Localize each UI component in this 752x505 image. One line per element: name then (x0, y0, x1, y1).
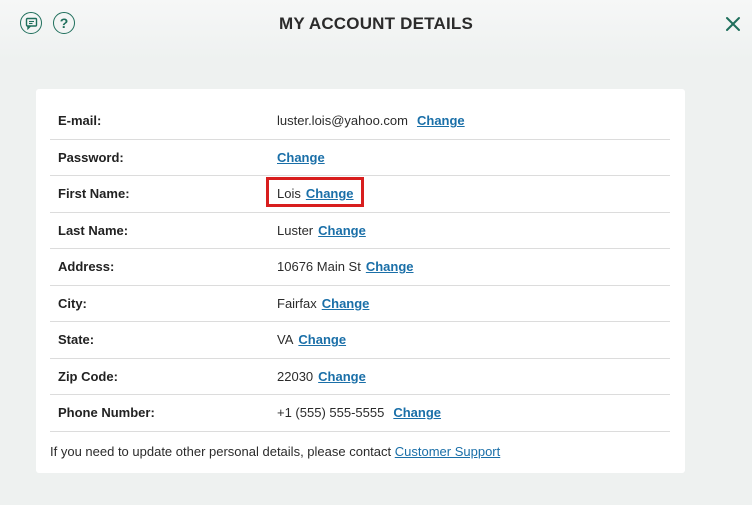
row-label: First Name: (58, 186, 130, 202)
row-label: Last Name: (58, 222, 129, 238)
row-password: Password: Change (50, 140, 670, 176)
row-label: City: (58, 295, 87, 311)
address-value: 10676 Main St (277, 259, 361, 275)
change-address-link[interactable]: Change (366, 259, 414, 274)
page-title: MY ACCOUNT DETAILS (278, 14, 474, 33)
row-state: State: VA Change (50, 322, 670, 359)
change-phone-number-link[interactable]: Change (393, 405, 441, 420)
city-value: Fairfax (277, 295, 317, 311)
row-label: State: (58, 332, 95, 348)
row-label: Phone Number: (58, 405, 155, 421)
change-email-link[interactable]: Change (417, 113, 465, 128)
row-label: Zip Code: (58, 368, 118, 384)
row-address: Address: 10676 Main St Change (50, 249, 670, 286)
first-name-value: Lois (277, 186, 301, 202)
support-note-text: If you need to update other personal det… (50, 444, 395, 459)
row-email: E-mail: luster.lois@yahoo.com Change (50, 103, 670, 140)
close-icon[interactable] (724, 15, 742, 33)
change-last-name-link[interactable]: Change (318, 223, 366, 238)
row-first-name: First Name: Lois Change (50, 176, 670, 213)
header-bar: ? MY ACCOUNT DETAILS (0, 0, 752, 60)
account-details-card: E-mail: luster.lois@yahoo.com Change Pas… (36, 89, 685, 473)
change-first-name-link[interactable]: Change (306, 186, 354, 201)
last-name-value: Luster (277, 222, 314, 238)
support-note: If you need to update other personal det… (50, 444, 500, 459)
customer-support-link[interactable]: Customer Support (395, 444, 501, 459)
row-label: Password: (58, 149, 124, 165)
change-state-link[interactable]: Change (298, 332, 346, 347)
email-value: luster.lois@yahoo.com (277, 113, 408, 129)
row-label: E-mail: (58, 113, 102, 129)
row-zip-code: Zip Code: 22030 Change (50, 359, 670, 395)
row-city: City: Fairfax Change (50, 286, 670, 322)
row-label: Address: (58, 259, 115, 275)
row-last-name: Last Name: Luster Change (50, 213, 670, 249)
details-table: E-mail: luster.lois@yahoo.com Change Pas… (50, 103, 670, 432)
change-zip-code-link[interactable]: Change (318, 369, 366, 384)
phone-number-value: +1 (555) 555-5555 (277, 405, 385, 421)
change-password-link[interactable]: Change (277, 150, 325, 165)
row-phone-number: Phone Number: +1 (555) 555-5555 Change (50, 395, 670, 432)
change-city-link[interactable]: Change (322, 296, 370, 311)
zip-code-value: 22030 (277, 368, 314, 384)
state-value: VA (277, 332, 294, 348)
